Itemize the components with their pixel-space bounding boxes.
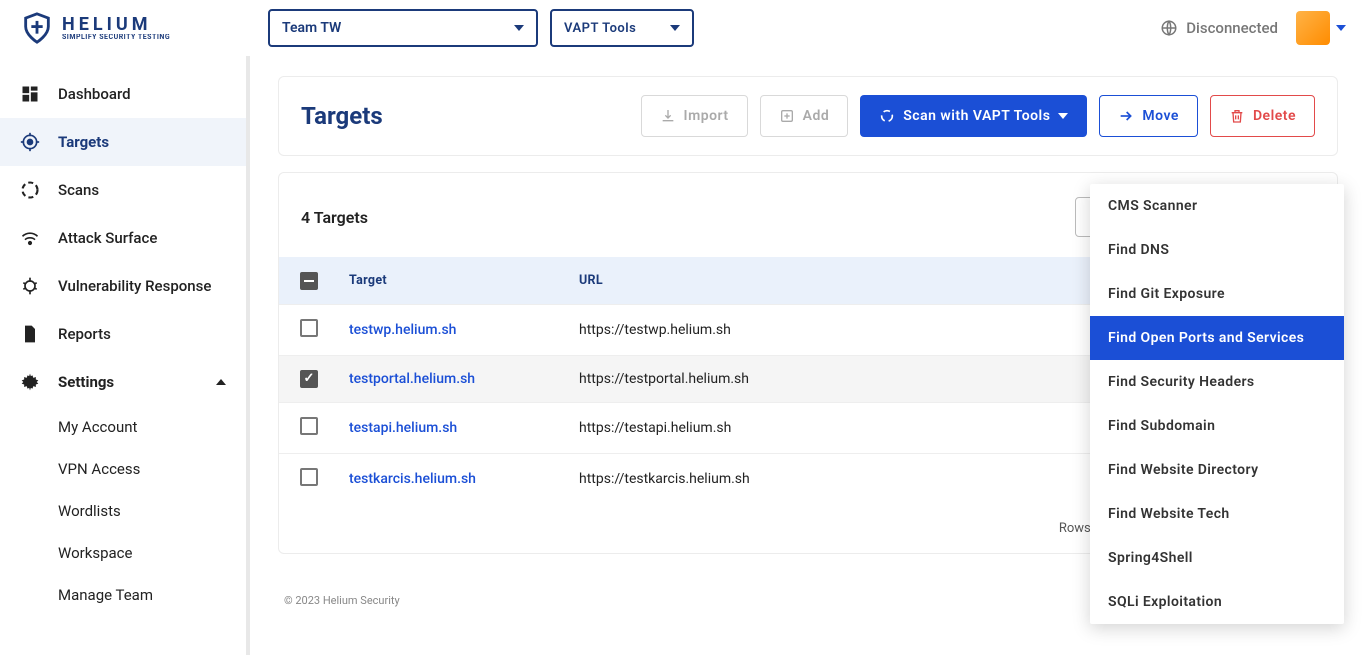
target-icon: [20, 132, 40, 152]
sidebar-item-label: Scans: [58, 181, 99, 199]
target-link[interactable]: testkarcis.helium.sh: [349, 471, 476, 487]
col-url[interactable]: URL: [569, 257, 1137, 304]
topbar: HELIUM SIMPLIFY SECURITY TESTING Team TW…: [0, 0, 1366, 56]
target-url: https://testwp.helium.sh: [569, 304, 1137, 355]
brand-name: HELIUM: [62, 16, 170, 34]
connection-status-text: Disconnected: [1186, 19, 1278, 37]
button-label: Scan with VAPT Tools: [903, 108, 1050, 124]
avatar: [1296, 11, 1330, 45]
dropdown-item[interactable]: Find Website Directory: [1090, 448, 1344, 492]
import-button[interactable]: Import: [641, 95, 748, 137]
sidebar-item-label: Dashboard: [58, 85, 131, 103]
brand-tagline: SIMPLIFY SECURITY TESTING: [62, 34, 170, 41]
dropdown-item[interactable]: Find Security Headers: [1090, 360, 1344, 404]
vapt-tools-dropdown[interactable]: CMS ScannerFind DNSFind Git ExposureFind…: [1090, 184, 1344, 624]
row-checkbox[interactable]: [300, 370, 318, 388]
settings-sub-wordlists[interactable]: Wordlists: [0, 490, 246, 532]
chevron-down-icon: [670, 25, 680, 31]
trash-icon: [1229, 108, 1245, 124]
row-checkbox[interactable]: [300, 417, 318, 435]
dropdown-item[interactable]: Find Open Ports and Services: [1090, 316, 1344, 360]
dropdown-item[interactable]: Find Git Exposure: [1090, 272, 1344, 316]
logo-icon: [20, 11, 54, 45]
chevron-down-icon: [514, 25, 524, 31]
team-selector[interactable]: Team TW: [268, 9, 538, 47]
row-checkbox[interactable]: [300, 468, 318, 486]
button-label: Delete: [1253, 108, 1296, 124]
button-label: Import: [684, 108, 729, 124]
logo[interactable]: HELIUM SIMPLIFY SECURITY TESTING: [20, 11, 250, 45]
dropdown-item[interactable]: CMS Scanner: [1090, 184, 1344, 228]
dropdown-item[interactable]: Find Subdomain: [1090, 404, 1344, 448]
sidebar-item-label: Vulnerability Response: [58, 277, 211, 295]
chevron-down-icon: [1336, 25, 1346, 31]
bug-icon: [20, 276, 40, 296]
col-target[interactable]: Target: [339, 257, 569, 304]
sidebar: Dashboard Targets Scans Attack Surface V…: [0, 56, 250, 655]
delete-button[interactable]: Delete: [1210, 95, 1315, 137]
row-checkbox[interactable]: [300, 319, 318, 337]
team-selector-label: Team TW: [282, 20, 341, 36]
scan-with-vapt-button[interactable]: Scan with VAPT Tools: [860, 95, 1087, 137]
sidebar-item-label: Settings: [58, 373, 114, 391]
dropdown-item[interactable]: Spring4Shell: [1090, 536, 1344, 580]
button-label: Move: [1142, 108, 1179, 124]
page-header: Targets Import Add Scan with VAPT Tools …: [278, 76, 1338, 156]
sidebar-item-label: Attack Surface: [58, 229, 157, 247]
globe-icon: [1160, 19, 1178, 37]
settings-sub-my-account[interactable]: My Account: [0, 406, 246, 448]
sidebar-item-dashboard[interactable]: Dashboard: [0, 70, 246, 118]
select-all-checkbox[interactable]: [300, 272, 318, 290]
target-link[interactable]: testportal.helium.sh: [349, 371, 475, 387]
sidebar-item-attack-surface[interactable]: Attack Surface: [0, 214, 246, 262]
sidebar-item-vuln-response[interactable]: Vulnerability Response: [0, 262, 246, 310]
sidebar-item-label: Reports: [58, 325, 111, 343]
sidebar-item-targets[interactable]: Targets: [0, 118, 246, 166]
gear-icon: [20, 372, 40, 392]
user-menu[interactable]: [1296, 11, 1346, 45]
chevron-up-icon: [216, 379, 226, 385]
target-link[interactable]: testwp.helium.sh: [349, 322, 456, 338]
dashboard-icon: [20, 84, 40, 104]
scan-icon: [20, 180, 40, 200]
chevron-down-icon: [1058, 113, 1068, 119]
dropdown-item[interactable]: Find DNS: [1090, 228, 1344, 272]
button-label: Add: [803, 108, 830, 124]
main: Targets Import Add Scan with VAPT Tools …: [250, 56, 1366, 655]
spinner-icon: [879, 108, 895, 124]
target-url: https://testapi.helium.sh: [569, 402, 1137, 453]
file-icon: [20, 324, 40, 344]
settings-sub-vpn-access[interactable]: VPN Access: [0, 448, 246, 490]
move-button[interactable]: Move: [1099, 95, 1198, 137]
targets-count: 4 Targets: [301, 208, 368, 227]
connection-status: Disconnected: [1160, 19, 1278, 37]
dropdown-item[interactable]: SQLi Exploitation: [1090, 580, 1344, 624]
sidebar-item-label: Targets: [58, 133, 109, 151]
plus-icon: [779, 108, 795, 124]
sidebar-item-scans[interactable]: Scans: [0, 166, 246, 214]
sidebar-item-settings[interactable]: Settings: [0, 358, 246, 406]
wifi-icon: [20, 228, 40, 248]
page-title: Targets: [301, 102, 383, 130]
vapt-tools-selector[interactable]: VAPT Tools: [550, 9, 694, 47]
sidebar-item-reports[interactable]: Reports: [0, 310, 246, 358]
settings-sub-workspace[interactable]: Workspace: [0, 532, 246, 574]
target-url: https://testkarcis.helium.sh: [569, 453, 1137, 504]
add-button[interactable]: Add: [760, 95, 849, 137]
dropdown-item[interactable]: Find Website Tech: [1090, 492, 1344, 536]
import-icon: [660, 108, 676, 124]
vapt-tools-label: VAPT Tools: [564, 21, 636, 36]
arrow-right-icon: [1118, 108, 1134, 124]
target-link[interactable]: testapi.helium.sh: [349, 420, 457, 436]
settings-sub-manage-team[interactable]: Manage Team: [0, 574, 246, 616]
target-url: https://testportal.helium.sh: [569, 355, 1137, 402]
